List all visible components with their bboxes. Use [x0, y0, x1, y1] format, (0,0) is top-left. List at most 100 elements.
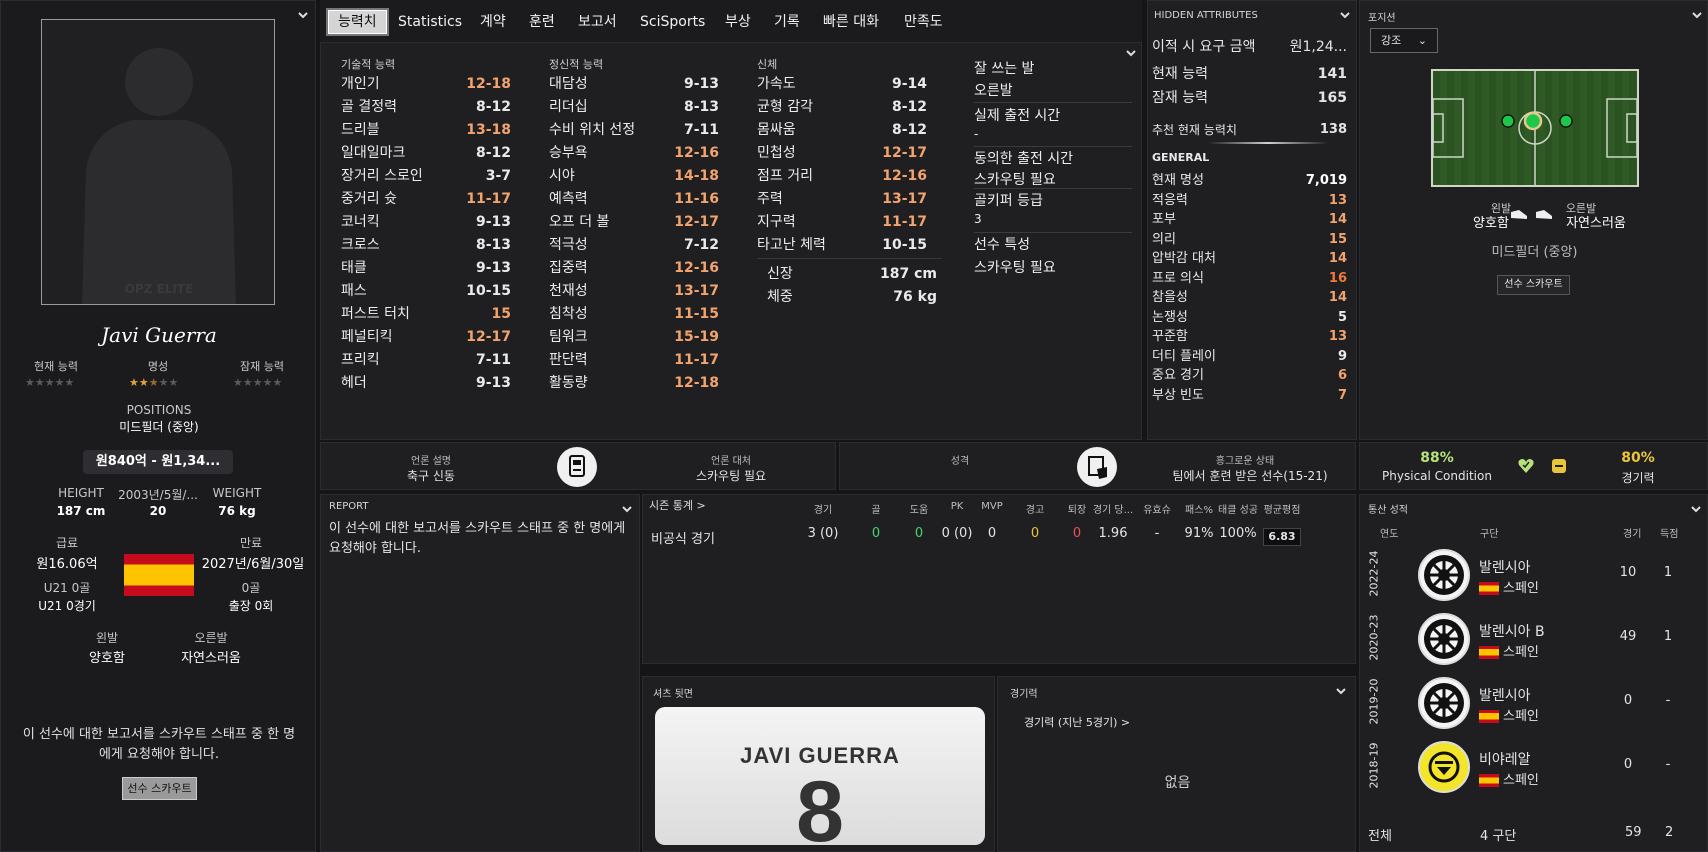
shirt-number: 8 — [796, 764, 844, 852]
attribute-row: 시야 14-18 — [549, 165, 719, 188]
club-country: 스페인 — [1479, 705, 1539, 724]
attribute-row: 중거리 슛 11-17 — [341, 188, 511, 211]
chevron-down-icon[interactable] — [621, 503, 633, 515]
preferred-foot-label: 잘 쓰는 발 — [974, 61, 1035, 77]
gk-rating-value: 3 — [974, 212, 982, 226]
chevron-down-icon[interactable] — [1691, 9, 1703, 21]
career-year: 2022-24 — [1367, 550, 1381, 597]
tab-quick-chat[interactable]: 빠른 대화 — [823, 8, 879, 36]
hidden-attribute-value: 7,019 — [1305, 173, 1347, 188]
attribute-name: 적극성 — [549, 237, 588, 253]
attribute-row: 천재성 13-17 — [549, 280, 719, 303]
gk-rating-label: 골키퍼 등급 — [974, 193, 1043, 209]
traits-value: 스카우팅 필요 — [974, 260, 1056, 276]
right-boot-icon — [1534, 206, 1554, 222]
hidden-attribute-name: 참을성 — [1152, 290, 1188, 305]
career-row[interactable]: 2018-19 비야레알 스페인 0 - — [1360, 737, 1708, 799]
attribute-name: 민첩성 — [757, 145, 796, 161]
spain-flag-icon — [1479, 774, 1499, 787]
scout-player-button[interactable]: 선수 스카우트 — [1497, 275, 1570, 295]
attribute-value: 9-13 — [475, 375, 511, 391]
form-panel: 경기력 경기력 (지난 5경기) > 없음 — [997, 676, 1356, 852]
position-panel: 포지션 강조 ⌄ 왼발 양호함 오른발 자연스러움 미드필더 (중앙) 선수 스카… — [1359, 0, 1708, 440]
attribute-row: 적극성 7-12 — [549, 234, 719, 257]
hidden-attribute-row: 부상 빈도 7 — [1152, 386, 1347, 406]
form-title: 경기력 — [1010, 689, 1038, 700]
position-dot — [1501, 114, 1515, 128]
tab-contract[interactable]: 계약 — [480, 8, 506, 36]
club-badge-icon — [1418, 741, 1470, 793]
positions-label: POSITIONS — [126, 403, 192, 417]
tab-training[interactable]: 훈련 — [529, 8, 555, 36]
club-country: 스페인 — [1479, 641, 1539, 660]
weight-row: 체중 76 kg — [767, 289, 937, 305]
chevron-down-icon[interactable] — [1335, 685, 1347, 697]
tab-attributes[interactable]: 능력치 — [326, 8, 389, 36]
attribute-value: 9-14 — [891, 76, 927, 92]
hidden-attribute-row: 중요 경기 6 — [1152, 366, 1347, 386]
playing-time-label: 실제 출전 시간 — [974, 108, 1061, 124]
agreed-time-value: 스카우팅 필요 — [974, 172, 1056, 188]
chevron-down-icon[interactable] — [297, 9, 309, 21]
attribute-value: 13-18 — [466, 122, 511, 138]
season-stats-link[interactable]: 시즌 통계 > — [649, 497, 706, 513]
attribute-row: 크로스 8-13 — [341, 234, 511, 257]
attribute-name: 중거리 슛 — [341, 191, 397, 207]
spain-flag-icon — [1479, 646, 1499, 659]
attribute-value: 8-13 — [475, 237, 511, 253]
media-handling-label: 언론 대처 — [711, 456, 751, 467]
chevron-down-icon[interactable] — [1339, 9, 1351, 21]
chevron-down-icon[interactable] — [1125, 47, 1137, 59]
spain-flag-icon — [1479, 582, 1499, 595]
tab-injuries[interactable]: 부상 — [725, 8, 751, 36]
highlight-dropdown[interactable]: 강조 ⌄ — [1370, 28, 1438, 53]
attribute-value: 11-16 — [674, 191, 719, 207]
attribute-value: 7-11 — [475, 352, 511, 368]
happiness-value: 팀에서 훈련 받은 선수(15-21) — [1172, 469, 1328, 483]
attribute-name: 퍼스트 터치 — [341, 306, 410, 322]
club-goals: 1 — [1663, 629, 1673, 644]
attribute-name: 오프 더 볼 — [549, 214, 610, 230]
hidden-attribute-row: 압박감 대처 14 — [1152, 249, 1347, 269]
attribute-name: 수비 위치 선정 — [549, 122, 636, 138]
tab-happiness[interactable]: 만족도 — [904, 8, 943, 36]
attribute-value: 12-17 — [466, 329, 511, 345]
hidden-attribute-value: 15 — [1328, 231, 1347, 247]
tab-reports[interactable]: 보고서 — [578, 8, 617, 36]
chevron-down-icon[interactable] — [1690, 503, 1702, 515]
attribute-name: 페널티킥 — [341, 329, 393, 345]
hidden-attribute-value: 14 — [1328, 212, 1347, 227]
form-last-five-link[interactable]: 경기력 (지난 5경기) > — [1024, 714, 1130, 730]
attribute-name: 리더십 — [549, 99, 588, 115]
expires-label: 만료 — [239, 536, 263, 550]
career-row[interactable]: 2022-24 발렌시아 스페인 10 1 — [1360, 545, 1708, 607]
season-row-label: 비공식 경기 — [651, 532, 715, 547]
value-range-badge[interactable]: 원840억 - 원1,34... — [83, 450, 233, 474]
attribute-name: 예측력 — [549, 191, 588, 207]
scout-player-button[interactable]: 선수 스카우트 — [122, 777, 197, 800]
hidden-attribute-name: 프로 의식 — [1152, 270, 1204, 286]
tab-statistics[interactable]: Statistics — [398, 8, 462, 36]
personality-panel: 성격 흥그로운 상태 팀에서 훈련 받은 선수(15-21) — [839, 442, 1356, 490]
attribute-name: 패스 — [341, 283, 367, 299]
attribute-row: 리더십 8-13 — [549, 96, 719, 119]
transfer-fee-row: 이적 시 요구 금액 원1,24... — [1152, 39, 1347, 55]
tab-history[interactable]: 기록 — [774, 8, 800, 36]
tab-scisports[interactable]: SciSports — [640, 8, 705, 36]
media-description-label: 언론 설명 — [411, 456, 451, 467]
height-value: 187 cm — [56, 504, 106, 518]
heart-icon — [1517, 457, 1535, 475]
shirt-back-image: JAVI GUERRA 8 — [655, 707, 985, 852]
career-row[interactable]: 2019-20 발렌시아 스페인 0 - — [1360, 673, 1708, 735]
current-ability-row: 현재 능력 141 — [1152, 66, 1347, 82]
wage-value: 원16.06억 — [36, 557, 98, 572]
attribute-row: 퍼스트 터치 15 — [341, 303, 511, 326]
career-row[interactable]: 2020-23 발렌시아 B 스페인 49 1 — [1360, 609, 1708, 671]
reputation-label: 명성 — [147, 360, 169, 373]
attribute-row: 대담성 9-13 — [549, 73, 719, 96]
attribute-row: 민첩성 12-17 — [757, 142, 927, 165]
senior-apps: 출장 0회 — [228, 599, 274, 613]
attribute-row: 개인기 12-18 — [341, 73, 511, 96]
attribute-value: 12-17 — [674, 214, 719, 230]
pitch-lines — [1433, 71, 1637, 185]
